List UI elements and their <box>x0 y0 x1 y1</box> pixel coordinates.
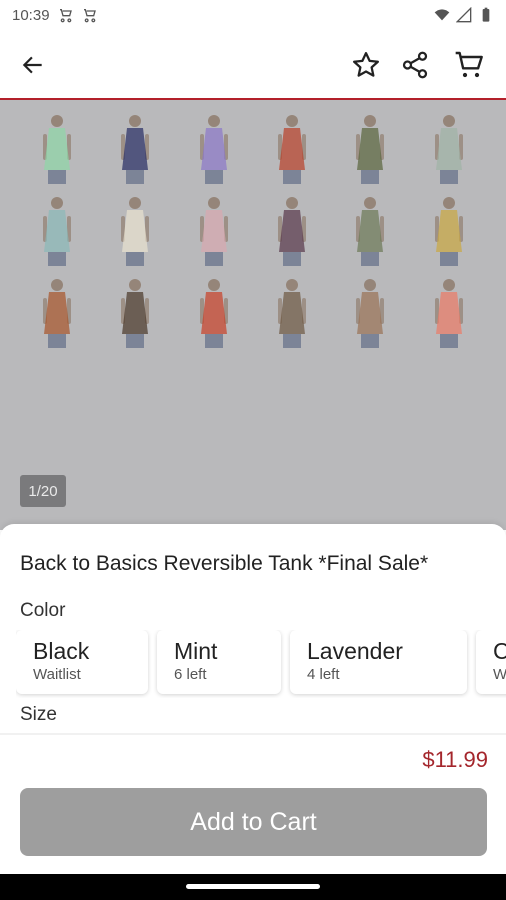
color-option-mint[interactable]: Mint 6 left <box>157 630 281 694</box>
color-name: Black <box>33 638 90 664</box>
color-option-partial[interactable]: C W <box>476 630 506 694</box>
battery-icon <box>482 7 490 22</box>
size-label: Size <box>20 704 57 725</box>
product-thumbnail <box>18 188 96 270</box>
share-icon <box>402 51 428 79</box>
product-thumbnail <box>410 270 488 352</box>
product-price: $11.99 <box>422 747 488 772</box>
wifi-icon <box>434 9 450 21</box>
tank-top-figure <box>434 279 463 348</box>
tank-top-figure <box>121 279 150 348</box>
color-stock: W <box>493 666 506 683</box>
tank-top-figure <box>43 115 72 184</box>
product-image-gallery[interactable] <box>0 100 506 530</box>
product-thumbnail <box>331 270 409 352</box>
color-stock: Waitlist <box>33 666 81 683</box>
product-thumbnail <box>253 188 331 270</box>
cart-notification-icon <box>59 9 72 23</box>
add-to-cart-button[interactable]: Add to Cart <box>20 788 487 856</box>
color-name: Mint <box>174 638 218 664</box>
tank-top-figure <box>278 279 307 348</box>
color-stock: 6 left <box>174 666 207 683</box>
color-selector: Black Waitlist Mint 6 left Lavender 4 le… <box>16 630 506 698</box>
color-option-black[interactable]: Black Waitlist <box>16 630 148 694</box>
tank-top-figure <box>121 115 150 184</box>
status-time: 10:39 <box>12 6 50 24</box>
tank-top-figure <box>199 115 228 184</box>
product-thumbnail <box>175 270 253 352</box>
product-thumbnail <box>410 106 488 188</box>
back-button[interactable] <box>16 48 50 82</box>
product-options-sheet: Back to Basics Reversible Tank *Final Sa… <box>0 524 506 874</box>
color-name: C <box>493 638 506 664</box>
product-thumbnail <box>18 106 96 188</box>
tank-top-figure <box>278 197 307 266</box>
tank-top-figure <box>199 279 228 348</box>
product-title: Back to Basics Reversible Tank *Final Sa… <box>20 552 429 575</box>
product-thumbnail <box>18 270 96 352</box>
cart-notification-icon <box>83 9 96 23</box>
product-thumbnail <box>410 188 488 270</box>
color-label: Color <box>20 600 66 621</box>
back-arrow-icon <box>22 56 42 74</box>
divider <box>0 733 506 735</box>
product-thumbnail <box>331 106 409 188</box>
cart-icon <box>455 51 483 78</box>
tank-top-figure <box>43 197 72 266</box>
product-thumbnail <box>96 106 174 188</box>
tank-top-figure <box>434 197 463 266</box>
product-thumbnail <box>96 270 174 352</box>
product-thumbnail <box>96 188 174 270</box>
product-thumbnail <box>331 188 409 270</box>
product-image <box>18 106 488 352</box>
color-stock: 4 left <box>307 666 340 683</box>
share-button[interactable] <box>398 48 432 82</box>
tank-top-figure <box>356 279 385 348</box>
tank-top-figure <box>43 279 72 348</box>
product-thumbnail <box>253 270 331 352</box>
product-thumbnail <box>253 106 331 188</box>
signal-icon <box>456 7 472 23</box>
cart-button[interactable] <box>452 48 486 82</box>
home-handle[interactable] <box>186 884 320 889</box>
color-option-lavender[interactable]: Lavender 4 left <box>290 630 467 694</box>
tank-top-figure <box>356 197 385 266</box>
system-nav-bar <box>0 874 506 900</box>
tank-top-figure <box>199 197 228 266</box>
image-counter: 1/20 <box>20 475 66 507</box>
product-thumbnail <box>175 188 253 270</box>
favorite-button[interactable] <box>349 48 383 82</box>
product-thumbnail <box>175 106 253 188</box>
tank-top-figure <box>356 115 385 184</box>
tank-top-figure <box>434 115 463 184</box>
color-name: Lavender <box>307 638 403 664</box>
star-icon <box>353 52 379 77</box>
app-bar <box>0 30 506 100</box>
tank-top-figure <box>278 115 307 184</box>
tank-top-figure <box>121 197 150 266</box>
status-bar: 10:39 <box>0 0 506 30</box>
